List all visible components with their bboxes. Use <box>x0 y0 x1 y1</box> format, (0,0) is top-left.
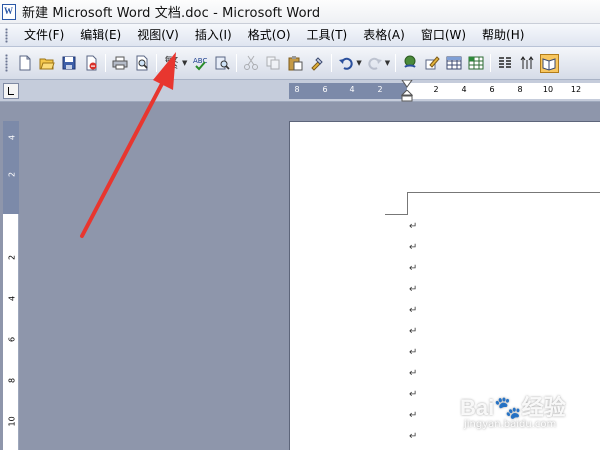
ruler-tick: 12 <box>570 85 582 94</box>
text-boundary-corner <box>385 214 408 215</box>
toolbar-separator <box>395 54 397 72</box>
ruler-left-margin <box>289 83 407 99</box>
open-folder-icon[interactable] <box>38 54 57 73</box>
menu-file[interactable]: 文件(F) <box>16 25 72 45</box>
save-icon[interactable] <box>60 54 79 73</box>
hanging-indent-marker[interactable] <box>401 90 413 102</box>
svg-text:ABC: ABC <box>193 57 207 65</box>
cut-icon[interactable] <box>242 54 261 73</box>
ruler-tick: 6 <box>322 85 328 94</box>
chevron-down-icon[interactable]: ▼ <box>182 59 187 67</box>
menu-grip-handle[interactable] <box>5 27 8 43</box>
insert-table-icon[interactable] <box>445 54 464 73</box>
read-mode-icon[interactable] <box>539 53 559 73</box>
paragraph-mark: ↵ <box>409 347 418 358</box>
menu-window[interactable]: 窗口(W) <box>413 25 474 45</box>
paragraph-mark: ↵ <box>409 221 418 232</box>
format-painter-icon[interactable] <box>308 54 327 73</box>
print-preview-icon[interactable] <box>133 54 152 73</box>
menu-table[interactable]: 表格(A) <box>355 25 413 45</box>
research-icon[interactable] <box>213 54 232 73</box>
toolbar-separator <box>490 54 492 72</box>
chevron-down-icon[interactable]: ▼ <box>385 59 390 67</box>
paragraph-mark: ↵ <box>409 242 418 253</box>
horizontal-ruler[interactable]: 8 6 4 2 2 4 6 8 10 12 <box>289 83 600 99</box>
excel-worksheet-icon[interactable] <box>467 54 486 73</box>
first-line-indent-marker[interactable] <box>401 80 413 88</box>
ruler-tick: 8 <box>294 85 300 94</box>
print-icon[interactable] <box>111 54 130 73</box>
ruler-tick: 4 <box>7 295 17 302</box>
redo-icon[interactable] <box>365 54 384 73</box>
toolbar-separator <box>156 54 157 72</box>
ruler-tick: 2 <box>7 254 17 261</box>
paragraph-mark: ↵ <box>409 284 418 295</box>
ruler-tick: 10 <box>542 85 554 94</box>
paragraph-mark: ↵ <box>409 431 418 442</box>
new-document-icon[interactable] <box>16 54 35 73</box>
copy-icon[interactable] <box>264 54 283 73</box>
undo-icon[interactable] <box>337 54 356 73</box>
traditional-simplified-icon[interactable]: 繁 <box>162 54 182 73</box>
paragraph-mark: ↵ <box>409 368 418 379</box>
ruler-tick: 8 <box>7 377 17 384</box>
ruler-tick: 6 <box>489 85 495 94</box>
menu-format[interactable]: 格式(O) <box>240 25 299 45</box>
tab-stop-selector[interactable] <box>3 83 19 99</box>
menu-insert[interactable]: 插入(I) <box>187 25 240 45</box>
text-boundary-corner <box>407 192 408 215</box>
toolbar-separator <box>331 54 333 72</box>
ruler-tick: 10 <box>7 416 17 427</box>
window-title: 新建 Microsoft Word 文档.doc - Microsoft Wor… <box>22 6 321 21</box>
horizontal-ruler-bar: 8 6 4 2 2 4 6 8 10 12 <box>0 80 600 102</box>
watermark-site: jingyan.baidu.com <box>464 419 557 430</box>
word-doc-icon[interactable] <box>2 3 16 20</box>
ruler-tick: 4 <box>461 85 467 94</box>
menu-edit[interactable]: 编辑(E) <box>72 25 129 45</box>
ruler-tick: 2 <box>377 85 383 94</box>
ruler-tick: 2 <box>7 171 17 178</box>
show-hide-icon[interactable] <box>518 54 537 73</box>
menu-view[interactable]: 视图(V) <box>129 25 187 45</box>
ruler-tick: 8 <box>517 85 523 94</box>
title-bar: 新建 Microsoft Word 文档.doc - Microsoft Wor… <box>0 0 600 24</box>
ruler-tick: 4 <box>7 134 17 141</box>
baidu-watermark: Bai🐾经验 jingyan.baidu.com <box>452 388 600 438</box>
vertical-ruler[interactable]: 4 2 2 4 6 8 10 <box>3 121 19 450</box>
drawing-icon[interactable] <box>423 54 442 73</box>
paragraph-mark: ↵ <box>409 263 418 274</box>
permission-icon[interactable] <box>82 54 101 73</box>
paragraph-mark: ↵ <box>409 389 418 400</box>
ruler-tick: 6 <box>7 336 17 343</box>
ruler-tick: 4 <box>349 85 355 94</box>
columns-icon[interactable] <box>496 54 515 73</box>
ruler-tick: 2 <box>433 85 439 94</box>
ruler-text-area <box>3 214 19 450</box>
hyperlink-icon[interactable] <box>401 54 420 73</box>
toolbar-separator <box>236 54 238 72</box>
paste-icon[interactable] <box>286 54 305 73</box>
toolbar-separator <box>105 54 106 72</box>
toolbar-grip-handle[interactable] <box>5 54 8 72</box>
text-boundary-corner <box>407 192 600 193</box>
paragraph-mark: ↵ <box>409 326 418 337</box>
spelling-icon[interactable]: ABC <box>191 54 210 73</box>
watermark-logo: Bai🐾经验 <box>460 395 566 420</box>
standard-toolbar: 繁 ▼ ABC ▼ ▼ <box>0 47 600 80</box>
paragraph-mark: ↵ <box>409 410 418 421</box>
paragraph-mark: ↵ <box>409 305 418 316</box>
menu-tools[interactable]: 工具(T) <box>299 25 356 45</box>
menu-help[interactable]: 帮助(H) <box>474 25 532 45</box>
menu-bar: 文件(F) 编辑(E) 视图(V) 插入(I) 格式(O) 工具(T) 表格(A… <box>0 24 600 47</box>
chevron-down-icon[interactable]: ▼ <box>356 59 361 67</box>
